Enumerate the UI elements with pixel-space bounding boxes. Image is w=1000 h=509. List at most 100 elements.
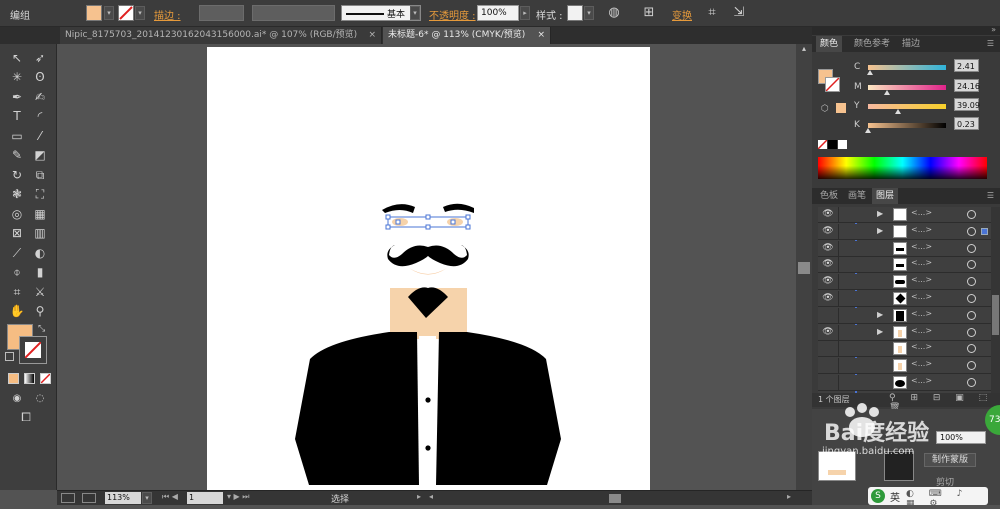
ime-toolbar[interactable]: S 英 ◐ ⌨ ♪ ▦ ⚙ [868,487,988,509]
tab-color-guide[interactable]: 颜色参考 [850,36,894,52]
blend-tool-icon[interactable]: ◐ [30,244,50,263]
layer-name[interactable]: <...> [911,309,932,318]
variable-width-profile[interactable] [252,5,335,21]
layer-name[interactable]: <...> [911,326,932,335]
vertical-scrollbar[interactable]: ▴ [796,44,812,490]
layer-row[interactable]: 👁 <...> [818,291,991,307]
white-swatch[interactable] [838,140,847,149]
scale-tool-icon[interactable]: ⧉ [30,166,50,185]
visibility-eye-icon[interactable]: 👁 [822,276,834,287]
share-icon[interactable] [82,493,96,503]
tab-swatches[interactable]: 色板 [816,188,842,204]
layer-name[interactable]: <...> [911,208,932,217]
lock-column[interactable] [838,223,839,240]
color-spectrum[interactable] [818,157,987,179]
layer-row[interactable]: ▶ <...> [818,307,991,324]
paintbrush-tool-icon[interactable]: ⁄ [30,127,50,146]
visibility-eye-icon[interactable]: 👁 [822,327,834,338]
layer-row[interactable]: 👁 <...> [818,240,991,257]
layer-row[interactable]: <...> [818,358,991,375]
rectangle-tool-icon[interactable]: ▭ [7,127,27,146]
target-circle-icon[interactable] [967,210,976,219]
free-transform-tool-icon[interactable]: ⛶ [30,185,50,204]
layers-scrollbar[interactable] [991,207,1000,393]
horizontal-scroll-thumb[interactable] [609,494,621,503]
out-of-gamut-icon[interactable]: ⬡ [821,104,829,114]
graphic-style-swatch[interactable] [567,5,583,21]
layer-row[interactable]: <...> [818,375,991,391]
first-artboard-icon[interactable]: ⏮ ◀ [162,492,178,502]
expand-arrow-icon[interactable]: ▶ [877,226,883,235]
opacity-dropdown[interactable]: ▸ [520,6,530,20]
pen-tool-icon[interactable]: ✒ [7,88,27,107]
status-menu-icon[interactable]: ▸ [417,492,421,501]
target-circle-icon[interactable] [967,361,976,371]
target-circle-icon[interactable] [967,344,976,354]
fill-swatch[interactable] [86,5,102,21]
color-stroke-box[interactable] [825,77,840,92]
artboard-tool-icon[interactable]: ⌗ [7,283,27,302]
channel-k-value[interactable]: 0.23 [954,117,979,130]
expand-arrow-icon[interactable]: ▶ [877,310,883,319]
visibility-eye-icon[interactable] [822,310,834,321]
panel-menu-icon[interactable]: ☰ [987,39,994,48]
tab-nipic-document[interactable]: Nipic_8175703_20141230162043156000.ai* @… [60,27,382,44]
swap-fill-stroke-icon[interactable]: ⤡ [38,324,45,334]
target-circle-icon[interactable] [967,378,976,387]
lock-column[interactable] [838,240,839,257]
sogou-icon[interactable]: S [871,489,885,503]
artboard-number-field[interactable]: 1 [187,492,223,504]
arc-tool-icon[interactable]: ◜ [30,107,50,126]
channel-k-slider[interactable] [868,123,946,128]
fill-dropdown[interactable]: ▾ [104,6,114,20]
stroke-color-box[interactable] [19,336,47,364]
transform-label[interactable]: 变换 [672,7,692,22]
selection-marker[interactable] [981,227,988,235]
perspective-tool-icon[interactable]: ▦ [30,205,50,224]
opacity-field[interactable]: 100% [477,5,519,21]
scroll-thumb[interactable] [798,262,810,274]
gamut-swatch[interactable] [836,103,846,113]
lock-column[interactable] [838,207,839,223]
eraser-tool-icon[interactable]: ◩ [30,146,50,165]
color-mode-icon[interactable] [8,373,19,384]
visibility-eye-icon[interactable]: 👁 [822,226,834,237]
target-circle-icon[interactable] [967,226,976,236]
default-colors-icon[interactable] [5,352,14,361]
warp-tool-icon[interactable]: ❃ [7,185,27,204]
panel-menu-icon[interactable]: ☰ [987,191,994,200]
lock-column[interactable] [838,307,839,324]
collapse-icon[interactable]: » [991,25,996,34]
layer-row[interactable]: 👁 ▶ <...> [818,324,991,341]
channel-m-slider[interactable] [868,85,946,90]
stroke-dropdown[interactable]: ▾ [135,6,145,20]
isolate-group-icon[interactable]: ⇲ [730,4,748,22]
channel-y-thumb[interactable] [895,109,902,114]
target-circle-icon[interactable] [967,260,976,270]
layer-name[interactable]: <...> [911,242,932,251]
layer-name[interactable]: <...> [911,258,932,267]
column-graph-tool-icon[interactable]: ▮ [30,263,50,282]
layer-name[interactable]: <...> [911,376,932,385]
layer-name[interactable]: <...> [911,292,932,301]
brush-definition[interactable]: 基本 [341,5,421,21]
next-artboard-icon[interactable]: ▾ ▶ ⏭ [227,492,249,502]
tab-layers[interactable]: 图层 [872,188,899,204]
eyedropper-tool-icon[interactable]: ⟋ [7,244,27,263]
visibility-eye-icon[interactable]: 👁 [822,209,834,220]
tab-color[interactable]: 颜色 [816,36,843,52]
layer-row[interactable]: 👁 ▶ <...> [818,207,991,223]
visibility-eye-icon[interactable] [822,377,834,388]
mesh-tool-icon[interactable]: ⊠ [7,224,27,243]
channel-c-thumb[interactable] [866,70,873,75]
target-circle-icon[interactable] [967,327,976,337]
scroll-right-icon[interactable]: ▸ [787,492,791,501]
lock-column[interactable] [838,324,839,341]
channel-c-value[interactable]: 2.41 [954,59,979,72]
target-circle-icon[interactable] [967,310,976,320]
scroll-left-icon[interactable]: ◂ [429,492,433,501]
brush-dropdown[interactable]: ▾ [410,6,420,20]
magic-wand-tool-icon[interactable]: ✳ [7,68,27,87]
layer-row[interactable]: 👁 <...> [818,274,991,291]
align-icon[interactable]: ⊞ [640,4,658,22]
